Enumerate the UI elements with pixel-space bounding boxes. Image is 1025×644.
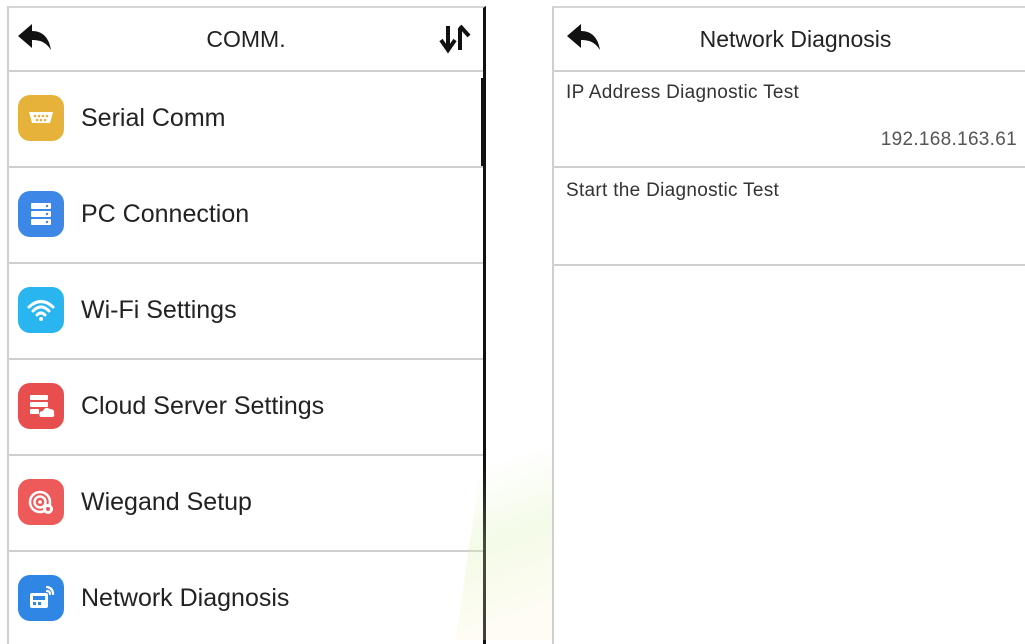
server-stack-icon: [18, 191, 64, 237]
back-arrow-icon: [18, 24, 51, 50]
menu-item-label: Wi-Fi Settings: [81, 295, 237, 324]
scrollbar[interactable]: [481, 78, 483, 166]
menu-item-wifi-settings[interactable]: Wi-Fi Settings: [9, 262, 483, 360]
back-arrow-icon: [567, 24, 600, 50]
menu-item-pc-connection[interactable]: PC Connection: [9, 166, 483, 264]
menu-item-label: Network Diagnosis: [81, 583, 290, 612]
back-button[interactable]: [564, 20, 604, 56]
network-diagnosis-panel: Network Diagnosis IP Address Diagnostic …: [552, 6, 1025, 644]
cloud-server-icon: [18, 383, 64, 429]
network-diagnosis-icon: [18, 575, 64, 621]
serial-port-icon: [18, 95, 64, 141]
row-label: Start the Diagnostic Test: [566, 180, 780, 201]
row-label: IP Address Diagnostic Test: [566, 82, 800, 103]
menu-item-wiegand-setup[interactable]: Wiegand Setup: [9, 454, 483, 552]
header: COMM.: [9, 8, 483, 72]
menu-item-label: Cloud Server Settings: [81, 391, 325, 420]
menu-item-serial-comm[interactable]: Serial Comm: [9, 70, 483, 168]
ip-address-value: 192.168.163.61: [880, 129, 1017, 150]
menu-item-cloud-server-settings[interactable]: Cloud Server Settings: [9, 358, 483, 456]
ip-address-diagnostic-test-row[interactable]: IP Address Diagnostic Test 192.168.163.6…: [554, 70, 1025, 168]
menu-item-network-diagnosis[interactable]: Network Diagnosis: [9, 550, 483, 644]
page-title: Network Diagnosis: [699, 25, 892, 52]
wiegand-icon: [18, 479, 64, 525]
wifi-icon: [18, 287, 64, 333]
sort-button[interactable]: [435, 18, 475, 58]
header: Network Diagnosis: [554, 8, 1025, 72]
back-button[interactable]: [15, 20, 55, 56]
menu-item-label: Serial Comm: [81, 103, 226, 132]
menu-item-label: PC Connection: [81, 199, 250, 228]
page-title: COMM.: [206, 25, 286, 52]
menu-item-label: Wiegand Setup: [81, 487, 252, 516]
sort-arrows-icon: [439, 24, 471, 54]
comm-menu-panel: COMM. Serial Comm PC Connection Wi-Fi Se…: [7, 6, 486, 644]
start-diagnostic-test-row[interactable]: Start the Diagnostic Test: [554, 168, 1025, 266]
